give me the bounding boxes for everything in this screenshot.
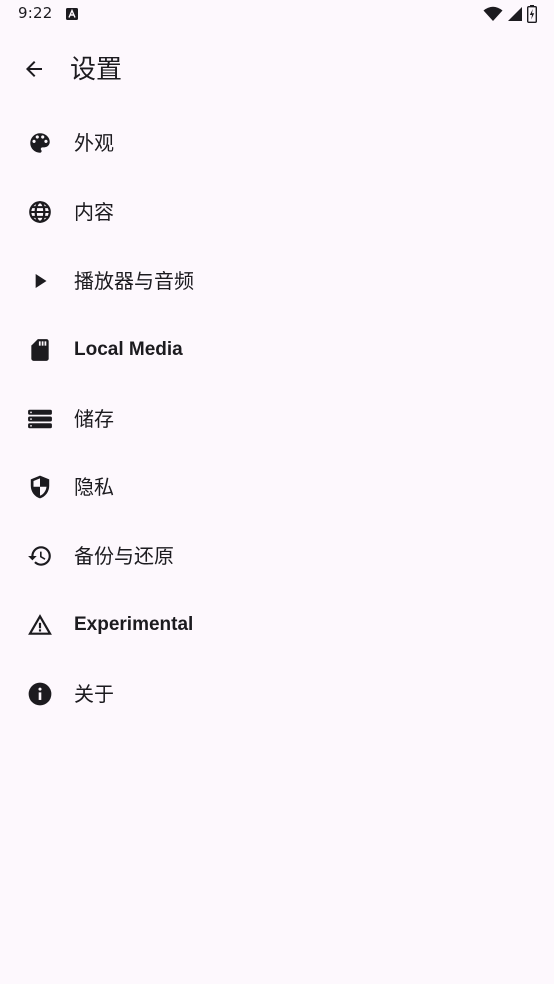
palette-icon: [27, 130, 53, 156]
wifi-icon: [483, 6, 503, 22]
play-icon: [27, 268, 53, 294]
settings-list: 外观 内容 播放器与音频 Local Media 储存 隐私 备份与还原 Exp…: [0, 109, 554, 728]
settings-item-label: 关于: [74, 681, 114, 706]
app-bar: 设置: [0, 38, 554, 102]
settings-item-about[interactable]: 关于: [0, 659, 554, 728]
settings-item-label: 内容: [74, 200, 114, 225]
settings-item-label: Experimental: [74, 613, 194, 635]
settings-item-content[interactable]: 内容: [0, 178, 554, 247]
settings-item-privacy[interactable]: 隐私: [0, 453, 554, 522]
page-title: 设置: [70, 55, 123, 85]
settings-item-experimental[interactable]: Experimental: [0, 591, 554, 660]
settings-item-storage[interactable]: 储存: [0, 384, 554, 453]
arrow-back-icon: [22, 57, 46, 81]
shield-icon: [27, 474, 53, 500]
settings-item-appearance[interactable]: 外观: [0, 109, 554, 178]
history-icon: [27, 543, 53, 569]
settings-item-label: 隐私: [74, 475, 114, 500]
settings-item-player-audio[interactable]: 播放器与音频: [0, 247, 554, 316]
info-icon: [27, 681, 53, 707]
globe-icon: [27, 199, 53, 225]
settings-item-backup-restore[interactable]: 备份与还原: [0, 522, 554, 591]
back-button[interactable]: [16, 46, 52, 92]
settings-item-label: Local Media: [74, 338, 183, 360]
settings-item-label: 播放器与音频: [74, 268, 194, 293]
status-icons: [483, 5, 537, 23]
settings-item-label: 外观: [74, 131, 114, 156]
warning-icon: [27, 612, 53, 638]
signal-icon: [507, 6, 523, 22]
settings-item-label: 备份与还原: [74, 544, 174, 569]
settings-item-label: 储存: [74, 406, 114, 431]
battery-charging-icon: [527, 5, 537, 23]
a-icon: [66, 8, 78, 20]
status-time: 9:22: [18, 4, 53, 22]
settings-item-local-media[interactable]: Local Media: [0, 315, 554, 384]
sd-card-icon: [27, 337, 53, 363]
status-bar: 9:22: [0, 0, 554, 30]
storage-icon: [27, 406, 53, 432]
